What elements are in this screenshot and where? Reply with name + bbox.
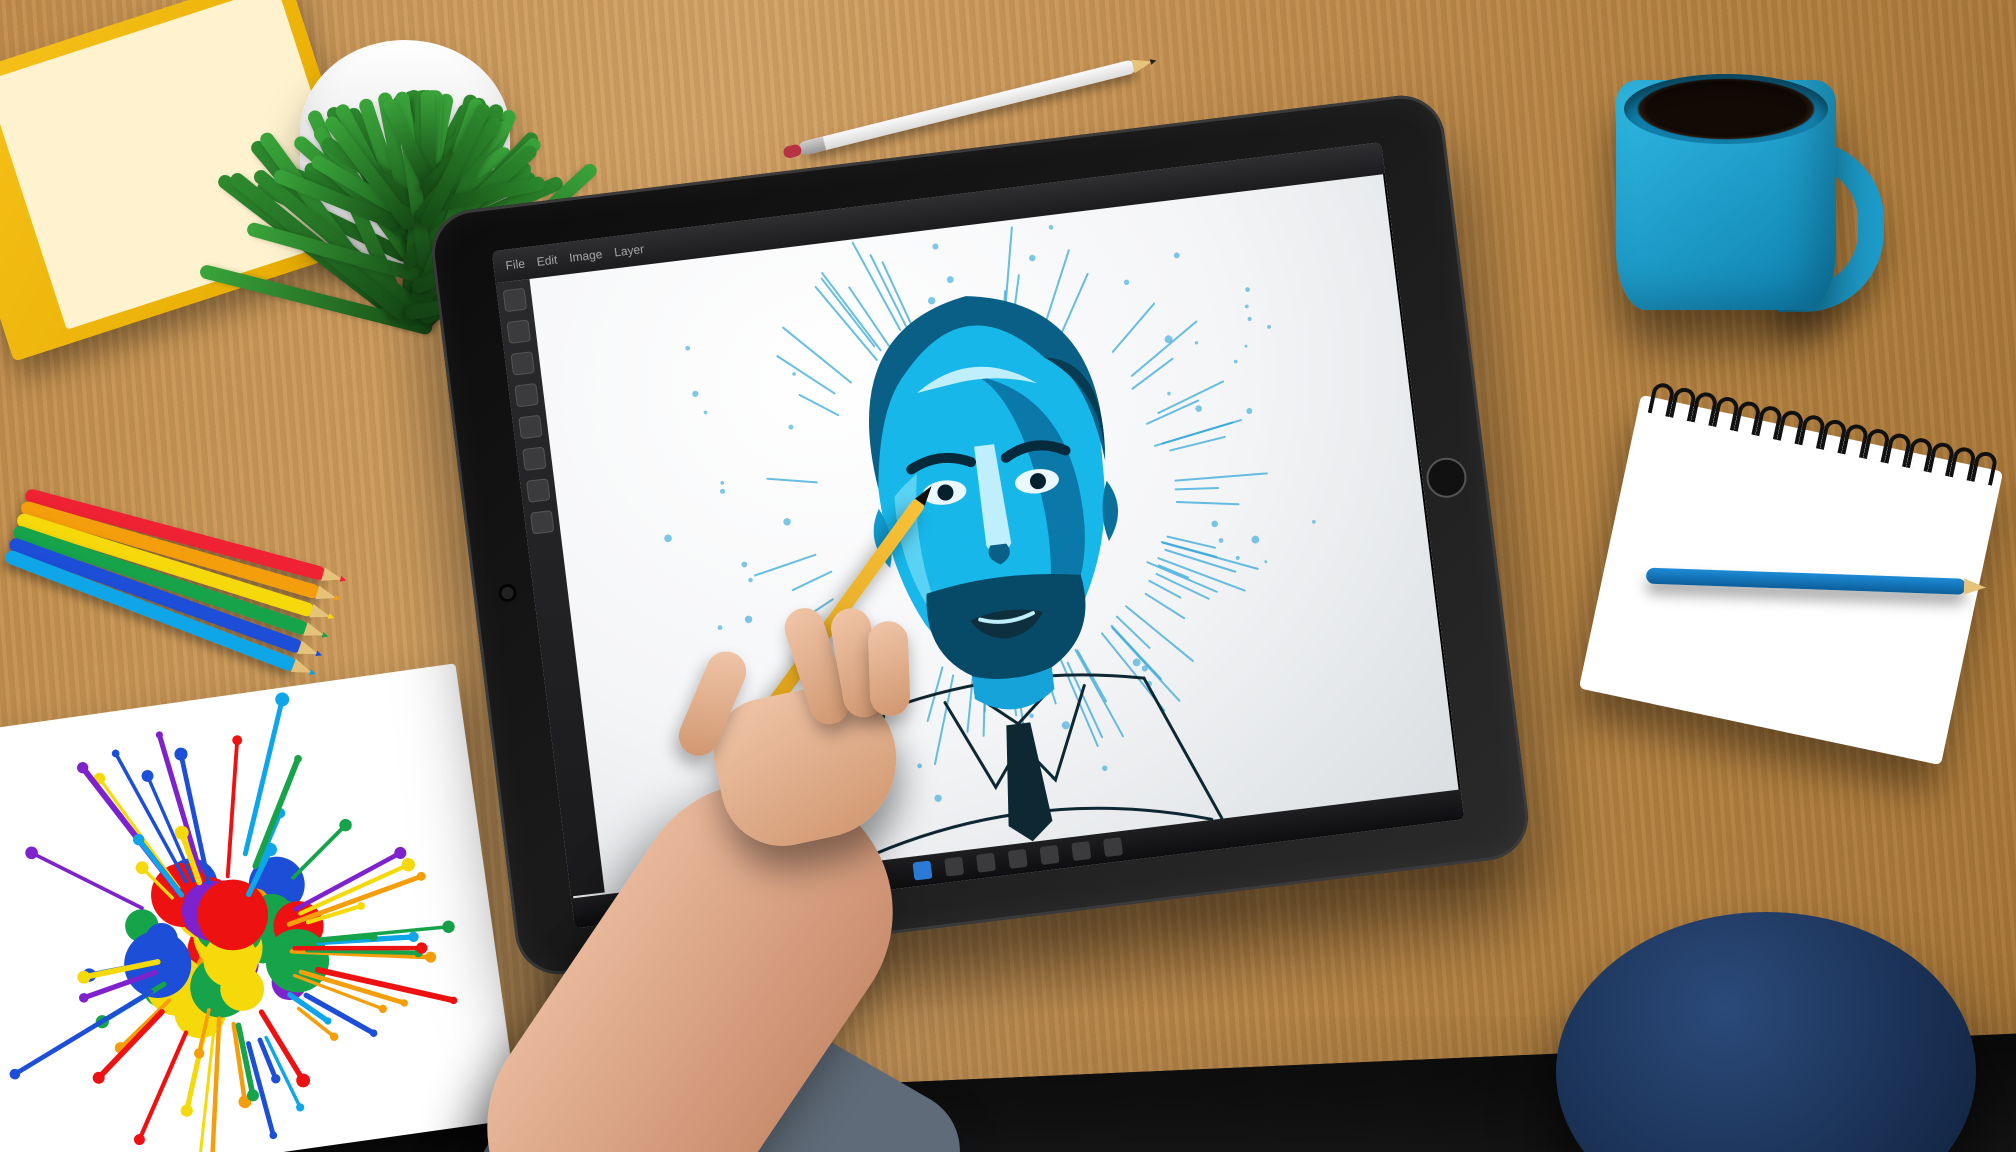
coffee-mug	[1616, 80, 1876, 330]
tablet-screen[interactable]: File Edit Image Layer	[492, 142, 1464, 928]
tool-icon[interactable]	[514, 383, 539, 408]
taskbar-icon[interactable]	[1071, 841, 1091, 861]
taskbar-icon[interactable]	[944, 857, 964, 877]
start-icon[interactable]	[912, 860, 932, 880]
tool-icon[interactable]	[510, 351, 535, 376]
menu-edit[interactable]: Edit	[536, 253, 558, 269]
taskbar-icon[interactable]	[1103, 837, 1123, 857]
taskbar-icon[interactable]	[1008, 849, 1028, 869]
tool-icon[interactable]	[503, 288, 528, 313]
tool-icon[interactable]	[530, 510, 555, 535]
home-button[interactable]	[1424, 455, 1469, 500]
menu-image[interactable]: Image	[568, 247, 603, 265]
portrait-artwork	[529, 174, 1460, 896]
tool-icon[interactable]	[507, 319, 532, 344]
desk-scene: File Edit Image Layer	[0, 0, 2016, 1152]
tablet-device: File Edit Image Layer	[427, 91, 1533, 980]
tool-icon[interactable]	[522, 446, 547, 471]
tool-icon[interactable]	[526, 478, 551, 503]
taskbar-icon[interactable]	[976, 853, 996, 873]
sketchbook-splatter	[0, 663, 519, 1152]
tool-icon[interactable]	[518, 415, 543, 440]
paint-splatter	[0, 663, 519, 1152]
taskbar-icon[interactable]	[1039, 845, 1059, 865]
menu-file[interactable]: File	[505, 256, 526, 272]
blue-pencil-on-notepad	[1646, 568, 1966, 595]
tablet-camera-icon	[501, 586, 514, 599]
menu-layer[interactable]: Layer	[613, 242, 645, 260]
